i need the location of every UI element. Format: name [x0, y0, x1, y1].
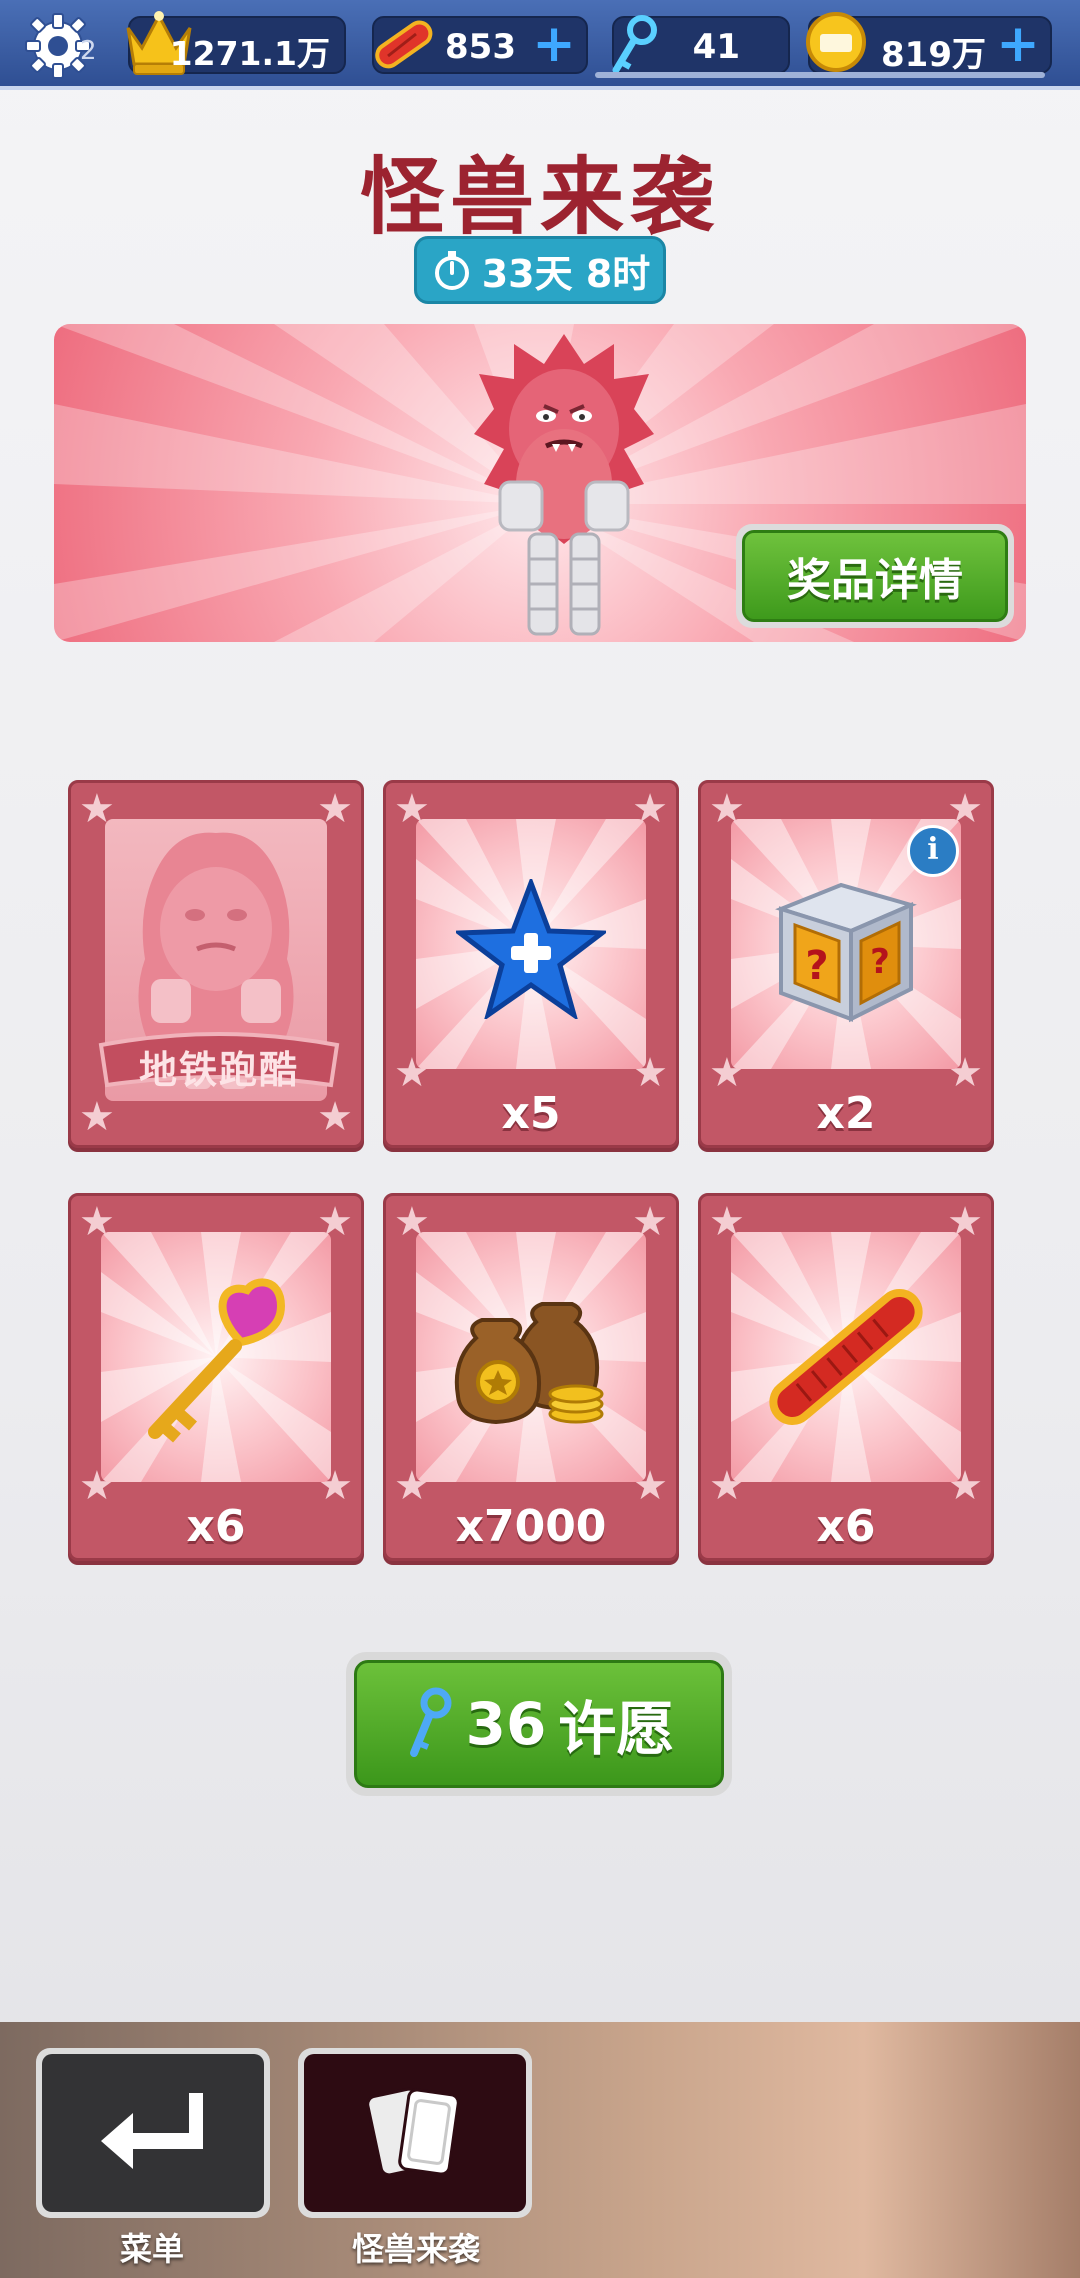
wish-label: 许愿 — [558, 1695, 675, 1763]
card-face — [731, 1232, 961, 1482]
info-icon[interactable]: i — [907, 825, 959, 877]
reward-count: x5 — [501, 1088, 561, 1139]
prize-details-button[interactable]: 奖品详情 — [736, 524, 1014, 628]
svg-text:?: ? — [805, 943, 828, 989]
monster-character-image — [474, 334, 654, 636]
reward-card-mystery-box[interactable]: ★ ★ ★ ★ ? ? i x2 — [698, 780, 994, 1148]
hoverboard-icon — [769, 1289, 923, 1425]
reward-count: x2 — [816, 1088, 876, 1139]
hoverboard-counter: 853 + — [372, 16, 588, 74]
make-wish-inner[interactable]: 36 许愿 — [354, 1660, 724, 1788]
heart-key-icon — [148, 1278, 286, 1443]
return-arrow-icon — [101, 2093, 203, 2169]
currency-bar: 2 1271.1万 853 + 41 819万 + — [0, 0, 1080, 90]
event-timer: 33天 8时 — [414, 236, 666, 304]
plus-icon[interactable]: + — [996, 18, 1040, 70]
prize-details-label[interactable]: 奖品详情 — [742, 530, 1008, 622]
star-icon: ★ — [79, 1094, 115, 1140]
plus-icon[interactable]: + — [532, 18, 576, 70]
coin-counter: 819万 + — [806, 12, 1052, 75]
star-multiplier-icon — [456, 879, 606, 1019]
hoverboard-icon — [375, 20, 433, 69]
settings-level: 2 — [80, 36, 97, 66]
card-face — [416, 819, 646, 1069]
card-face — [101, 1232, 331, 1482]
menu-button[interactable] — [36, 2048, 270, 2218]
bottom-nav: 菜单 怪兽来袭 — [0, 2022, 1080, 2278]
stopwatch-icon — [434, 251, 469, 290]
reward-card-monster[interactable]: ★ ★ ★ ★ 地铁跑酷 — [68, 780, 364, 1148]
monster-event-tab[interactable] — [298, 2048, 532, 2218]
reward-count: x6 — [186, 1501, 246, 1552]
hoverboard-count: 853 — [445, 27, 516, 67]
reward-card-heart-key[interactable]: ★ ★ ★ ★ x6 — [68, 1193, 364, 1561]
reward-count: x6 — [816, 1501, 876, 1552]
card-logo-text: 地铁跑酷 — [138, 1048, 299, 1092]
event-tab-label: 怪兽来袭 — [351, 2230, 480, 2268]
crown-counter: 1271.1万 — [126, 11, 346, 75]
event-title: 怪兽来袭 — [359, 148, 720, 246]
progress-underline — [595, 72, 1045, 78]
cards-icon — [366, 2087, 460, 2177]
coin-icon — [806, 12, 866, 72]
reward-count: x7000 — [455, 1501, 607, 1552]
key-counter: 41 — [612, 15, 790, 74]
menu-label: 菜单 — [119, 2230, 184, 2268]
star-icon: ★ — [317, 1094, 353, 1140]
svg-text:?: ? — [870, 942, 890, 982]
wish-cost: 36 — [465, 1690, 547, 1758]
reward-card-coin-bags[interactable]: ★ ★ ★ ★ x7000 — [383, 1193, 679, 1561]
crown-count: 1271.1万 — [169, 34, 330, 73]
card-face — [416, 1232, 646, 1482]
coin-count: 819万 — [881, 35, 986, 75]
monster-event-tab-inner[interactable] — [304, 2054, 526, 2212]
mystery-box-icon: ? ? — [775, 882, 917, 1023]
timer-text: 33天 8时 — [481, 251, 651, 296]
key-icon — [409, 1687, 452, 1757]
reward-card-star[interactable]: ★ ★ ★ ★ x5 — [383, 780, 679, 1148]
reward-card-hoverboard[interactable]: ★ ★ ★ ★ x6 — [698, 1193, 994, 1561]
make-wish-button[interactable]: 36 许愿 — [346, 1652, 732, 1796]
coin-bags-icon — [454, 1302, 604, 1425]
key-count: 41 — [692, 27, 740, 67]
key-icon — [612, 15, 657, 74]
menu-button-inner[interactable] — [42, 2054, 264, 2212]
